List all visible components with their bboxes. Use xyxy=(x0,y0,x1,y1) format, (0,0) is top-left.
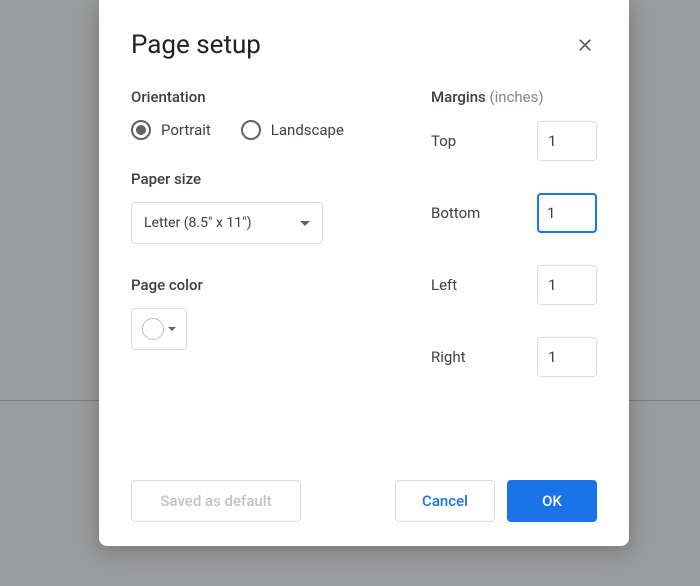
radio-icon xyxy=(241,120,261,140)
close-icon xyxy=(576,36,594,54)
ok-button[interactable]: OK xyxy=(507,480,597,522)
close-button[interactable] xyxy=(573,33,597,57)
paper-size-value: Letter (8.5" x 11") xyxy=(144,215,251,231)
paper-size-label: Paper size xyxy=(131,170,431,188)
orientation-landscape-label: Landscape xyxy=(271,121,344,139)
dialog-title: Page setup xyxy=(131,30,261,60)
chevron-down-icon xyxy=(300,221,310,226)
color-swatch-icon xyxy=(142,318,164,340)
margin-right-label: Right xyxy=(431,348,465,366)
margin-top-value: 1 xyxy=(548,132,556,150)
margin-top-label: Top xyxy=(431,132,456,150)
margin-top-input[interactable]: 1 xyxy=(537,121,597,161)
margin-left-value: 1 xyxy=(548,276,556,294)
margin-right-value: 1 xyxy=(548,348,556,366)
page-color-select[interactable] xyxy=(131,308,187,350)
radio-icon xyxy=(131,120,151,140)
paper-size-select[interactable]: Letter (8.5" x 11") xyxy=(131,202,323,244)
margin-right-input[interactable]: 1 xyxy=(537,337,597,377)
margin-bottom-value: 1 xyxy=(547,195,555,231)
orientation-label: Orientation xyxy=(131,88,431,106)
margin-bottom-input[interactable]: 1 xyxy=(537,193,597,233)
cancel-button[interactable]: Cancel xyxy=(395,480,495,522)
margins-unit-hint: (inches) xyxy=(490,88,544,106)
chevron-down-icon xyxy=(168,327,176,331)
margin-bottom-label: Bottom xyxy=(431,204,480,222)
orientation-portrait-label: Portrait xyxy=(161,121,211,139)
orientation-landscape-radio[interactable]: Landscape xyxy=(241,120,344,140)
margins-label: Margins (inches) xyxy=(431,88,597,106)
page-color-label: Page color xyxy=(131,276,431,294)
orientation-portrait-radio[interactable]: Portrait xyxy=(131,120,211,140)
page-setup-dialog: Page setup Orientation Portrait Landscap… xyxy=(99,0,629,546)
margin-left-input[interactable]: 1 xyxy=(537,265,597,305)
set-as-default-button: Saved as default xyxy=(131,480,301,522)
margin-left-label: Left xyxy=(431,276,457,294)
